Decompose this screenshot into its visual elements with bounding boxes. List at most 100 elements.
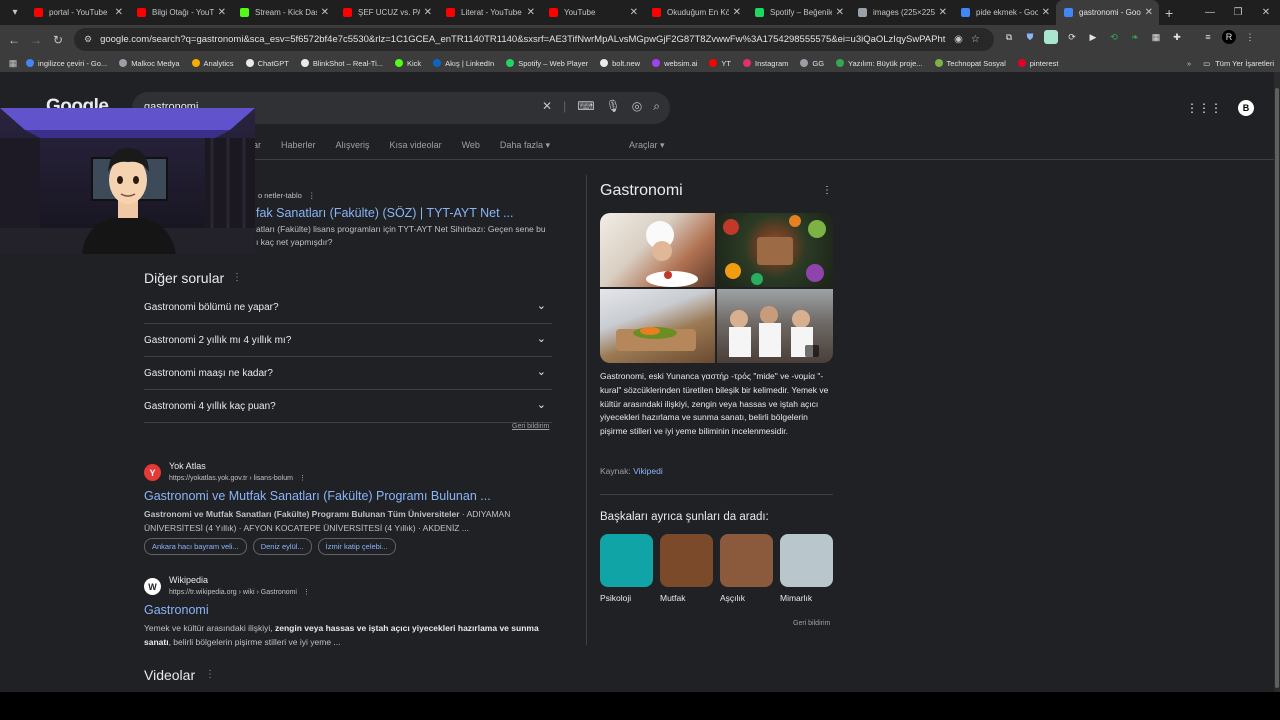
result-cite[interactable]: https://yokatlas.yok.gov.tr › lisans-bol… — [169, 474, 306, 482]
bookmark-item[interactable]: Instagram — [743, 59, 788, 68]
apps-grid-icon[interactable]: ▦ — [0, 58, 26, 69]
tab-close-icon[interactable]: ✕ — [321, 7, 329, 18]
tab-1[interactable]: Bilgi Otağı - YouTube ✕ — [129, 0, 232, 25]
kp-also-item[interactable]: Mimarlık — [780, 534, 834, 603]
kp-also-item[interactable]: Psikoloji — [600, 534, 654, 603]
tab-close-icon[interactable]: ✕ — [1042, 7, 1050, 18]
tab-9[interactable]: pide ekmek - Google ✕ — [953, 0, 1056, 25]
bookmark-item[interactable]: Malkoc Medya — [119, 59, 180, 68]
tools-button[interactable]: Araçlar ▾ — [629, 140, 665, 151]
tab-close-icon[interactable]: ✕ — [115, 7, 123, 18]
tab-close-icon[interactable]: ✕ — [630, 7, 638, 18]
camera-lens-icon[interactable]: ◎ — [632, 99, 642, 114]
menu-kebab-icon[interactable]: ⋮ — [1243, 30, 1257, 44]
bookmark-item[interactable]: GG — [800, 59, 824, 68]
address-url[interactable]: google.com/search?q=gastronomi&sca_esv=5… — [100, 34, 946, 45]
paa-question[interactable]: Gastronomi maaşı ne kadar? ⌄ — [144, 357, 552, 390]
play-extension-icon[interactable]: ▶ — [1086, 30, 1100, 44]
tab-8[interactable]: images (225×225) ✕ — [850, 0, 953, 25]
bookmark-item[interactable]: ingilizce çeviri - Go... — [26, 59, 107, 68]
page-scrollbar[interactable] — [1274, 72, 1280, 692]
bookmark-item[interactable]: Kick — [395, 59, 421, 68]
google-apps-icon[interactable]: ⋮⋮⋮ — [1186, 101, 1222, 115]
bookmark-item[interactable]: BlinkShot – Real-Ti... — [300, 59, 383, 68]
puzzle-extension-icon[interactable]: ✚ — [1170, 30, 1184, 44]
bookmark-item[interactable]: pinterest — [1017, 59, 1059, 68]
paa-more-icon[interactable]: ⋮ — [232, 272, 242, 283]
tab-close-icon[interactable]: ✕ — [733, 7, 741, 18]
maximize-icon[interactable]: ❐ — [1224, 0, 1252, 25]
chevron-down-icon[interactable]: ⌄ — [537, 332, 546, 345]
related-chip[interactable]: Ankara hacı bayram veli... — [144, 538, 247, 555]
tab-3[interactable]: ŞEF UCUZ vs. PAHALI ✕ — [335, 0, 438, 25]
kp-also-item[interactable]: Aşçılık — [720, 534, 774, 603]
kp-image-chef[interactable] — [600, 213, 715, 287]
paa-question[interactable]: Gastronomi 4 yıllık kaç puan? ⌄ — [144, 390, 552, 423]
minimize-icon[interactable]: — — [1196, 0, 1224, 25]
reload-icon[interactable]: ↻ — [47, 33, 69, 47]
bookmark-item[interactable]: Yazılım: Büyük proje... — [836, 59, 923, 68]
media-controls-icon[interactable]: ≡ — [1201, 30, 1215, 44]
grid-extension-icon[interactable]: ▦ — [1149, 30, 1163, 44]
kp-also-item[interactable]: Mutfak — [660, 534, 714, 603]
paa-question[interactable]: Gastronomi 2 yıllık mı 4 yıllık mı? ⌄ — [144, 324, 552, 357]
shield-extension-icon[interactable]: ⛊ — [1023, 30, 1037, 44]
kp-more-icon[interactable]: ⋮ — [822, 185, 832, 196]
kp-image-plating[interactable] — [600, 289, 715, 363]
kp-also-thumbnail[interactable] — [780, 534, 833, 587]
result-title-link[interactable]: Gastronomi — [144, 603, 209, 617]
tab-close-icon[interactable]: ✕ — [527, 7, 535, 18]
paa-feedback-link[interactable]: Geri bildirim — [512, 423, 549, 430]
filter-tab[interactable]: Alışveriş — [336, 140, 370, 151]
bookmark-item[interactable]: Spotify – Web Player — [506, 59, 588, 68]
sync-extension-icon[interactable]: ⟲ — [1107, 30, 1121, 44]
tab-search-icon[interactable]: ▾ — [4, 3, 26, 23]
keyboard-icon[interactable]: ⌨ — [577, 99, 594, 114]
bookmark-item[interactable]: YT — [709, 59, 731, 68]
bookmark-star-icon[interactable]: ☆ — [971, 34, 980, 45]
chevron-down-icon[interactable]: ⌄ — [537, 398, 546, 411]
tab-5[interactable]: YouTube ✕ — [541, 0, 644, 25]
result-title-link[interactable]: Gastronomi ve Mutfak Sanatları (Fakülte)… — [144, 489, 491, 503]
tab-close-icon[interactable]: ✕ — [1145, 7, 1153, 18]
lens-extension-icon[interactable]: ⧉ — [1002, 30, 1016, 44]
tab-close-icon[interactable]: ✕ — [939, 7, 947, 18]
site-info-icon[interactable]: ⚙ — [84, 34, 92, 45]
bookmark-item[interactable]: Technopat Sosyal — [934, 59, 1006, 68]
result-title-link[interactable]: fak Sanatları (Fakülte) (SÖZ) | TYT-AYT … — [256, 206, 513, 220]
bookmark-item[interactable]: bolt.new — [600, 59, 640, 68]
videos-more-icon[interactable]: ⋮ — [205, 669, 215, 680]
tab-close-icon[interactable]: ✕ — [424, 7, 432, 18]
refresh-extension-icon[interactable]: ⟳ — [1065, 30, 1079, 44]
more-bookmarks-icon[interactable]: » — [1187, 59, 1191, 68]
all-bookmarks[interactable]: » ▭ Tüm Yer İşaretleri — [1187, 54, 1274, 72]
tab-10[interactable]: gastronomi - Google ✕ — [1056, 0, 1159, 25]
filter-tab[interactable]: Kısa videolar — [390, 140, 442, 151]
filter-tab[interactable]: Daha fazla ▾ — [500, 140, 550, 151]
account-avatar[interactable]: B — [1238, 100, 1254, 116]
close-window-icon[interactable]: ✕ — [1252, 0, 1280, 25]
result-cite[interactable]: https://tr.wikipedia.org › wiki › Gastro… — [169, 588, 310, 596]
filter-tab[interactable]: Haberler — [281, 140, 316, 151]
search-icon[interactable]: ⌕ — [653, 99, 660, 114]
related-chip[interactable]: Deniz eylül... — [252, 538, 312, 555]
green-extension-icon[interactable] — [1044, 30, 1058, 44]
tab-7[interactable]: Spotify – Beğenilen ✕ — [747, 0, 850, 25]
kp-also-thumbnail[interactable] — [720, 534, 773, 587]
bookmark-item[interactable]: websim.ai — [652, 59, 697, 68]
tab-4[interactable]: Literat - YouTube ✕ — [438, 0, 541, 25]
paa-question[interactable]: Gastronomi bölümü ne yapar? ⌄ — [144, 291, 552, 324]
kp-feedback-link[interactable]: Geri bildirim — [793, 620, 830, 627]
tab-close-icon[interactable]: ✕ — [218, 7, 226, 18]
kp-also-thumbnail[interactable] — [600, 534, 653, 587]
tab-2[interactable]: Stream - Kick Dashboard ✕ — [232, 0, 335, 25]
address-bar[interactable]: ⚙ google.com/search?q=gastronomi&sca_esv… — [74, 28, 994, 51]
tab-0[interactable]: portal - YouTube ✕ — [26, 0, 129, 25]
bookmark-item[interactable]: Akış | LinkedIn — [433, 59, 494, 68]
result-site-name[interactable]: Yok Atlas — [169, 461, 206, 471]
kp-image-grid[interactable] — [600, 213, 833, 363]
chevron-down-icon[interactable]: ⌄ — [537, 365, 546, 378]
result-site-name[interactable]: Wikipedia — [169, 575, 208, 585]
tab-6[interactable]: Okuduğum En Kötü ✕ — [644, 0, 747, 25]
bookmark-item[interactable]: Analytics — [191, 59, 234, 68]
